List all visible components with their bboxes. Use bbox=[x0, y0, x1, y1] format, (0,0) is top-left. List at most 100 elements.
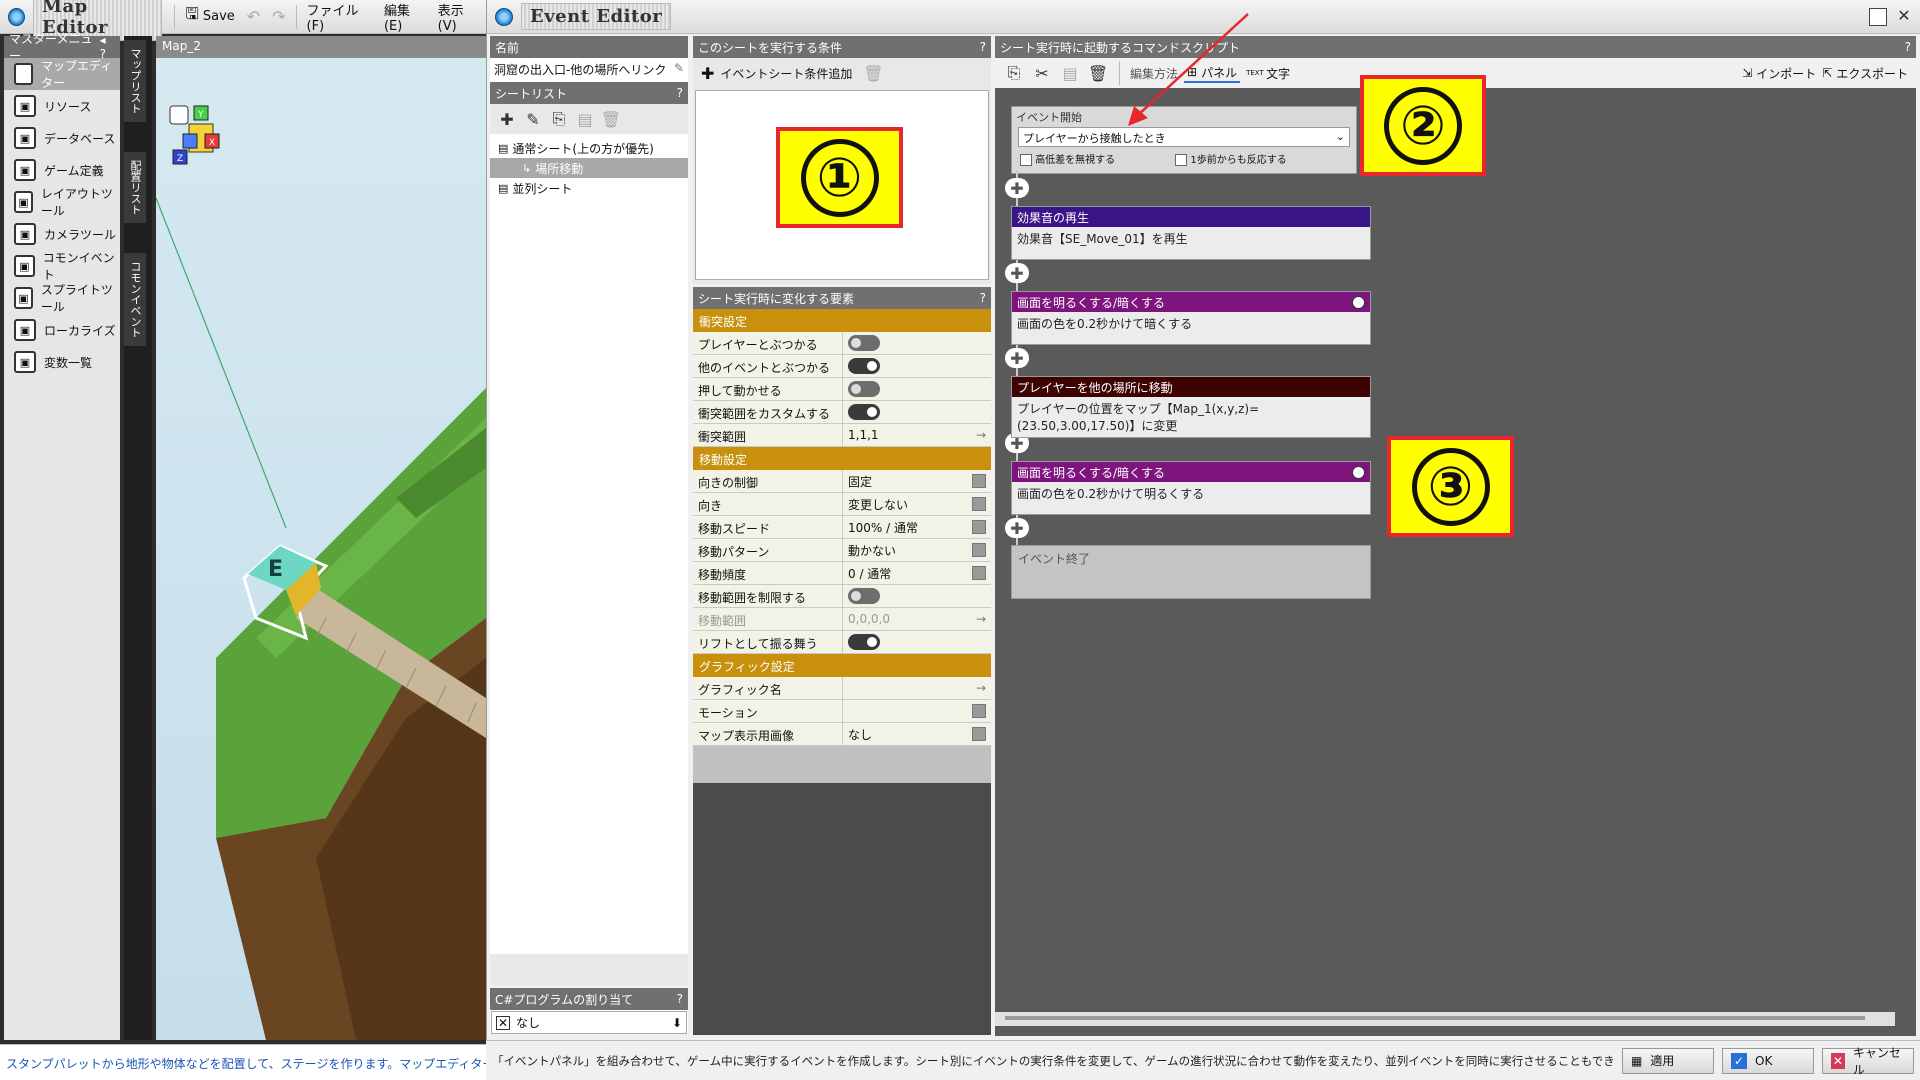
redo-button[interactable]: ↷ bbox=[266, 5, 291, 28]
tab-common-event[interactable]: コモンイベント bbox=[124, 253, 146, 346]
sheet-item[interactable]: ↳ 場所移動 bbox=[490, 158, 688, 178]
insert-command-icon[interactable]: ✚ bbox=[1005, 263, 1029, 283]
csharp-header: C#プログラムの割り当て? bbox=[490, 988, 688, 1010]
trigger-select[interactable]: プレイヤーから接触したとき ⌄ bbox=[1018, 127, 1350, 147]
delete-condition-icon[interactable]: 🗑 bbox=[862, 62, 884, 84]
master-menu-item[interactable]: ▣ データベース bbox=[4, 122, 120, 154]
help-icon[interactable]: ? bbox=[980, 291, 986, 305]
cancel-button[interactable]: ✕ キャンセル bbox=[1822, 1046, 1914, 1077]
command-block[interactable]: 効果音の再生 効果音【SE_Move_01】を再生 bbox=[1011, 206, 1371, 260]
toggle-switch[interactable] bbox=[848, 588, 880, 604]
tab-map-list[interactable]: マップリスト bbox=[124, 40, 146, 122]
script-hscrollbar[interactable] bbox=[995, 1012, 1895, 1026]
property-control[interactable]: 固定 bbox=[843, 470, 991, 492]
command-block[interactable]: 画面を明るくする/暗くする 画面の色を0.2秒かけて明るくする bbox=[1011, 461, 1371, 515]
event-name-field[interactable]: 洞窟の出入口-他の場所へリンク ✎ bbox=[490, 58, 688, 81]
map-viewport[interactable]: Map_2 E Y X Z bbox=[156, 36, 486, 1040]
help-icon[interactable]: ? bbox=[677, 86, 683, 100]
property-control[interactable]: 0 / 通常 bbox=[843, 562, 991, 584]
cut-icon[interactable]: ✂ bbox=[1031, 62, 1053, 84]
insert-command-icon[interactable]: ✚ bbox=[1005, 348, 1029, 368]
arrow-right-icon[interactable]: → bbox=[976, 612, 986, 626]
toggle-switch[interactable] bbox=[848, 358, 880, 374]
property-control[interactable]: 100% / 通常 bbox=[843, 516, 991, 538]
property-control[interactable] bbox=[843, 631, 991, 653]
viewport-tab[interactable]: Map_2 bbox=[156, 36, 486, 58]
sheet-item[interactable]: ▤ 並列シート bbox=[490, 178, 688, 198]
edit-sheet-icon[interactable]: ✎ bbox=[522, 108, 544, 130]
property-control[interactable]: なし bbox=[843, 723, 991, 745]
dropdown-icon[interactable] bbox=[972, 520, 986, 534]
master-menu-item[interactable]: ▣ スプライトツール bbox=[4, 282, 120, 314]
tab-placement-list[interactable]: 配置リスト bbox=[124, 152, 146, 223]
property-control[interactable] bbox=[843, 700, 991, 722]
delete-sheet-icon[interactable]: 🗑 bbox=[600, 108, 622, 130]
add-condition-button[interactable]: ✚ イベントシート条件追加 bbox=[701, 64, 852, 83]
toggle-switch[interactable] bbox=[848, 335, 880, 351]
arrow-right-icon[interactable]: → bbox=[976, 428, 986, 442]
save-button[interactable]: 🖫 Save bbox=[179, 1, 241, 32]
pencil-icon[interactable]: ✎ bbox=[674, 61, 684, 78]
insert-command-icon[interactable]: ✚ bbox=[1005, 178, 1029, 198]
property-control[interactable] bbox=[843, 585, 991, 607]
menu-view[interactable]: 表示(V) bbox=[432, 0, 486, 36]
help-icon[interactable]: ? bbox=[1905, 40, 1911, 54]
master-menu-item[interactable]: ▣ リソース bbox=[4, 90, 120, 122]
property-control[interactable] bbox=[843, 355, 991, 377]
menu-edit[interactable]: 編集(E) bbox=[378, 0, 432, 36]
import-button[interactable]: ⇲ インポート bbox=[1742, 65, 1816, 82]
sheet-item[interactable]: ▤ 通常シート(上の方が優先) bbox=[490, 138, 688, 158]
help-icon[interactable]: ? bbox=[677, 992, 683, 1006]
paste-sheet-icon[interactable]: ▤ bbox=[574, 108, 596, 130]
copy-sheet-icon[interactable]: ⎘ bbox=[548, 108, 570, 130]
master-menu-item[interactable]: ▣ レイアウトツール bbox=[4, 186, 120, 218]
csharp-select[interactable]: ✕ なし ⬇ bbox=[491, 1011, 687, 1034]
add-sheet-icon[interactable]: ✚ bbox=[496, 108, 518, 130]
close-button[interactable]: ✕ bbox=[1893, 6, 1915, 28]
toggle-switch[interactable] bbox=[848, 404, 880, 420]
property-control[interactable] bbox=[843, 378, 991, 400]
insert-command-icon[interactable]: ✚ bbox=[1005, 518, 1029, 538]
dropdown-icon[interactable] bbox=[972, 727, 986, 741]
master-menu-item[interactable]: ▣ カメラツール bbox=[4, 218, 120, 250]
ok-button[interactable]: ✓ OK bbox=[1722, 1047, 1814, 1074]
master-menu-item[interactable]: ▣ ローカライズ bbox=[4, 314, 120, 346]
paste-icon[interactable]: ▤ bbox=[1059, 62, 1081, 84]
dropdown-icon[interactable] bbox=[972, 543, 986, 557]
dropdown-icon[interactable] bbox=[972, 474, 986, 488]
command-block[interactable]: プレイヤーを他の場所に移動 プレイヤーの位置をマップ【Map_1(x,y,z)=(… bbox=[1011, 376, 1371, 438]
sheet-icon: ▤ bbox=[498, 181, 509, 195]
react-one-step-checkbox[interactable]: 1歩前からも反応する bbox=[1175, 151, 1287, 166]
property-control[interactable] bbox=[843, 332, 991, 354]
master-menu-item[interactable]: ▣ ゲーム定義 bbox=[4, 154, 120, 186]
undo-button[interactable]: ↶ bbox=[241, 5, 266, 28]
master-menu-item[interactable]: ▣ マップエディター bbox=[4, 58, 120, 90]
dropdown-icon[interactable] bbox=[972, 704, 986, 718]
menu-file[interactable]: ファイル(F) bbox=[301, 0, 378, 36]
arrow-right-icon[interactable]: → bbox=[976, 681, 986, 695]
ignore-height-checkbox[interactable]: 高低差を無視する bbox=[1020, 151, 1115, 166]
dropdown-icon[interactable] bbox=[972, 497, 986, 511]
clear-icon[interactable]: ✕ bbox=[496, 1015, 510, 1030]
property-control[interactable] bbox=[843, 401, 991, 423]
maximize-button[interactable] bbox=[1869, 7, 1887, 26]
toggle-switch[interactable] bbox=[848, 381, 880, 397]
property-control[interactable]: 0,0,0,0 → bbox=[843, 608, 991, 630]
property-control[interactable]: 1,1,1 → bbox=[843, 424, 991, 446]
chevron-down-icon[interactable]: ⬇ bbox=[672, 1016, 682, 1030]
property-control[interactable]: 動かない bbox=[843, 539, 991, 561]
property-control[interactable]: → bbox=[843, 677, 991, 699]
export-button[interactable]: ⇱ エクスポート bbox=[1822, 65, 1908, 82]
master-menu-item[interactable]: ▣ 変数一覧 bbox=[4, 346, 120, 378]
master-menu-item[interactable]: ▣ コモンイベント bbox=[4, 250, 120, 282]
apply-button[interactable]: ▦ 適用 bbox=[1622, 1047, 1714, 1074]
property-control[interactable]: 変更しない bbox=[843, 493, 991, 515]
dropdown-icon[interactable] bbox=[972, 566, 986, 580]
copy-icon[interactable]: ⎘ bbox=[1003, 62, 1025, 84]
delete-icon[interactable]: 🗑 bbox=[1087, 62, 1109, 84]
cancel-label: キャンセル bbox=[1852, 1045, 1901, 1077]
hscroll-thumb[interactable] bbox=[1005, 1016, 1865, 1020]
command-block[interactable]: 画面を明るくする/暗くする 画面の色を0.2秒かけて暗くする bbox=[1011, 291, 1371, 345]
toggle-switch[interactable] bbox=[848, 634, 880, 650]
help-icon[interactable]: ? bbox=[980, 40, 986, 54]
